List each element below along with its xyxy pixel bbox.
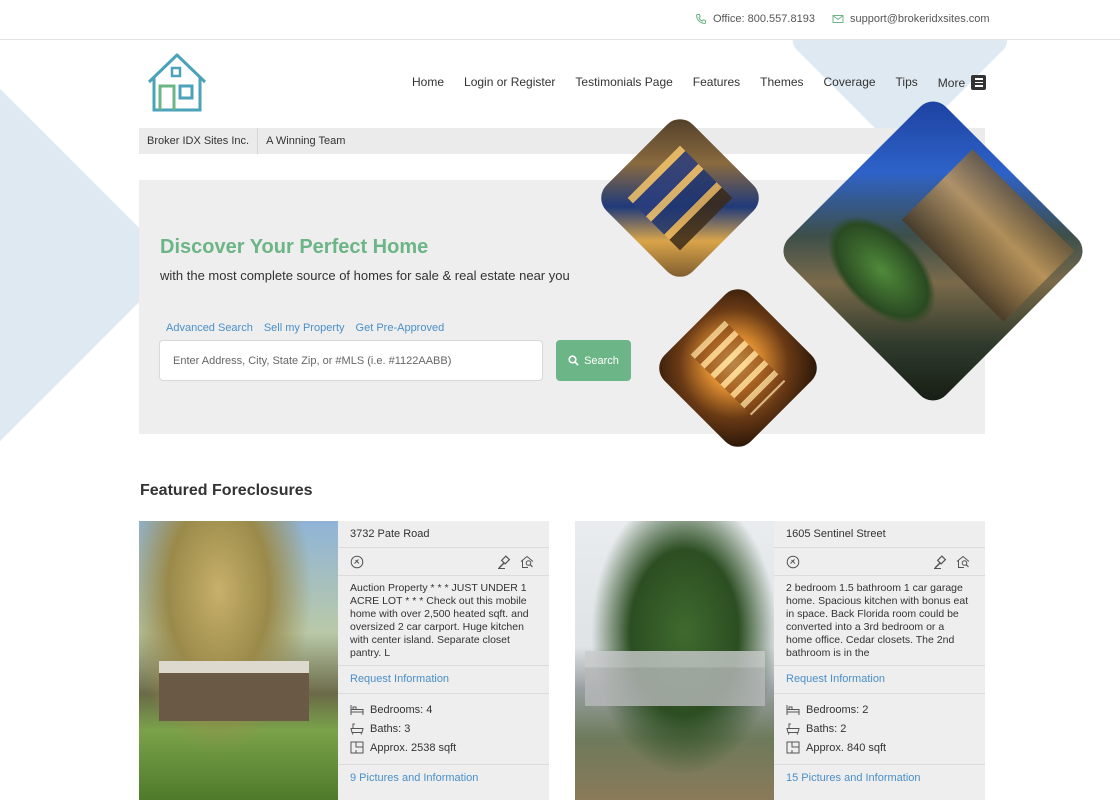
company-name: Broker IDX Sites Inc. — [147, 135, 250, 147]
divider — [338, 575, 549, 576]
company-tagline: A Winning Team — [266, 135, 346, 147]
auction-gavel-icon[interactable] — [497, 555, 511, 569]
divider — [338, 547, 549, 548]
site-logo[interactable] — [146, 52, 208, 114]
baths-spec: Baths: 2 — [786, 722, 846, 735]
envelope-icon — [832, 15, 844, 23]
listing-icon-row — [350, 553, 537, 571]
divider — [774, 764, 985, 765]
bedrooms-spec: Bedrooms: 2 — [786, 703, 868, 716]
floorplan-icon — [350, 741, 364, 754]
home-search-icon[interactable] — [520, 555, 534, 569]
divider — [338, 665, 549, 666]
price-tag-icon[interactable] — [786, 555, 800, 569]
listing-info: 3732 Pate Road Auction Property * * * JU… — [338, 521, 549, 800]
sqft-spec: Approx. 2538 sqft — [350, 741, 456, 754]
listing-photo[interactable] — [139, 521, 338, 800]
floorplan-icon — [786, 741, 800, 754]
office-phone[interactable]: Office: 800.557.8193 — [695, 13, 815, 25]
home-search-icon[interactable] — [956, 555, 970, 569]
search-button[interactable]: Search — [556, 340, 631, 381]
nav-home[interactable]: Home — [412, 75, 444, 90]
auction-gavel-icon[interactable] — [933, 555, 947, 569]
bedrooms-text: Bedrooms: 2 — [806, 703, 869, 716]
nav-themes[interactable]: Themes — [760, 75, 803, 90]
divider — [774, 547, 985, 548]
bathtub-icon — [786, 723, 800, 735]
divider — [774, 693, 985, 694]
bed-icon — [786, 705, 800, 715]
divider — [338, 693, 549, 694]
support-email-text: support@brokeridxsites.com — [850, 13, 990, 25]
office-phone-text: Office: 800.557.8193 — [713, 13, 815, 25]
featured-title: Featured Foreclosures — [140, 482, 313, 499]
nav-more[interactable]: More — [937, 75, 987, 90]
support-email[interactable]: support@brokeridxsites.com — [832, 13, 990, 25]
nav-testimonials[interactable]: Testimonials Page — [575, 75, 672, 90]
sqft-text: Approx. 2538 sqft — [370, 741, 457, 754]
request-info-link[interactable]: Request Information — [786, 673, 885, 685]
nav-tips[interactable]: Tips — [896, 75, 918, 90]
company-bar: Broker IDX Sites Inc. A Winning Team — [139, 128, 985, 154]
listing-photo[interactable] — [575, 521, 774, 800]
baths-text: Baths: 2 — [806, 722, 847, 735]
sqft-text: Approx. 840 sqft — [806, 741, 887, 754]
sell-property-link[interactable]: Sell my Property — [264, 322, 345, 334]
phone-icon — [695, 14, 706, 25]
listing-icon-row — [786, 553, 973, 571]
divider — [338, 764, 549, 765]
listing-card[interactable]: 3732 Pate Road Auction Property * * * JU… — [139, 521, 549, 800]
hero-links: Advanced Search Sell my Property Get Pre… — [166, 322, 444, 334]
nav-more-label: More — [937, 75, 966, 90]
listing-address[interactable]: 3732 Pate Road — [350, 528, 430, 540]
listing-info: 1605 Sentinel Street 2 bedroom 1.5 bathr… — [774, 521, 985, 800]
bedrooms-spec: Bedrooms: 4 — [350, 703, 432, 716]
search-input[interactable] — [159, 340, 543, 381]
nav-features[interactable]: Features — [693, 75, 740, 90]
menu-icon — [971, 75, 987, 90]
top-contact-bar: Office: 800.557.8193 support@brokeridxsi… — [0, 0, 1120, 40]
nav-coverage[interactable]: Coverage — [824, 75, 876, 90]
hero-subtitle: with the most complete source of homes f… — [160, 268, 570, 283]
divider — [774, 575, 985, 576]
pictures-link[interactable]: 9 Pictures and Information — [350, 772, 478, 784]
baths-spec: Baths: 3 — [350, 722, 410, 735]
listing-card[interactable]: 1605 Sentinel Street 2 bedroom 1.5 bathr… — [575, 521, 985, 800]
main-nav: Home Login or Register Testimonials Page… — [412, 75, 987, 90]
search-button-label: Search — [584, 354, 619, 367]
listing-address[interactable]: 1605 Sentinel Street — [786, 528, 886, 540]
sqft-spec: Approx. 840 sqft — [786, 741, 886, 754]
house-logo-icon — [147, 53, 207, 112]
search-icon — [568, 355, 579, 366]
advanced-search-link[interactable]: Advanced Search — [166, 322, 253, 334]
bathtub-icon — [350, 723, 364, 735]
divider — [774, 665, 985, 666]
baths-text: Baths: 3 — [370, 722, 411, 735]
bedrooms-text: Bedrooms: 4 — [370, 703, 433, 716]
listing-description: 2 bedroom 1.5 bathroom 1 car garage home… — [786, 582, 969, 659]
nav-login-register[interactable]: Login or Register — [464, 75, 555, 90]
hero-title: Discover Your Perfect Home — [160, 236, 429, 258]
pre-approved-link[interactable]: Get Pre-Approved — [356, 322, 445, 334]
request-info-link[interactable]: Request Information — [350, 673, 449, 685]
price-tag-icon[interactable] — [350, 555, 364, 569]
pictures-link[interactable]: 15 Pictures and Information — [786, 772, 921, 784]
bed-icon — [350, 705, 364, 715]
listing-description: Auction Property * * * JUST UNDER 1 ACRE… — [350, 582, 529, 659]
